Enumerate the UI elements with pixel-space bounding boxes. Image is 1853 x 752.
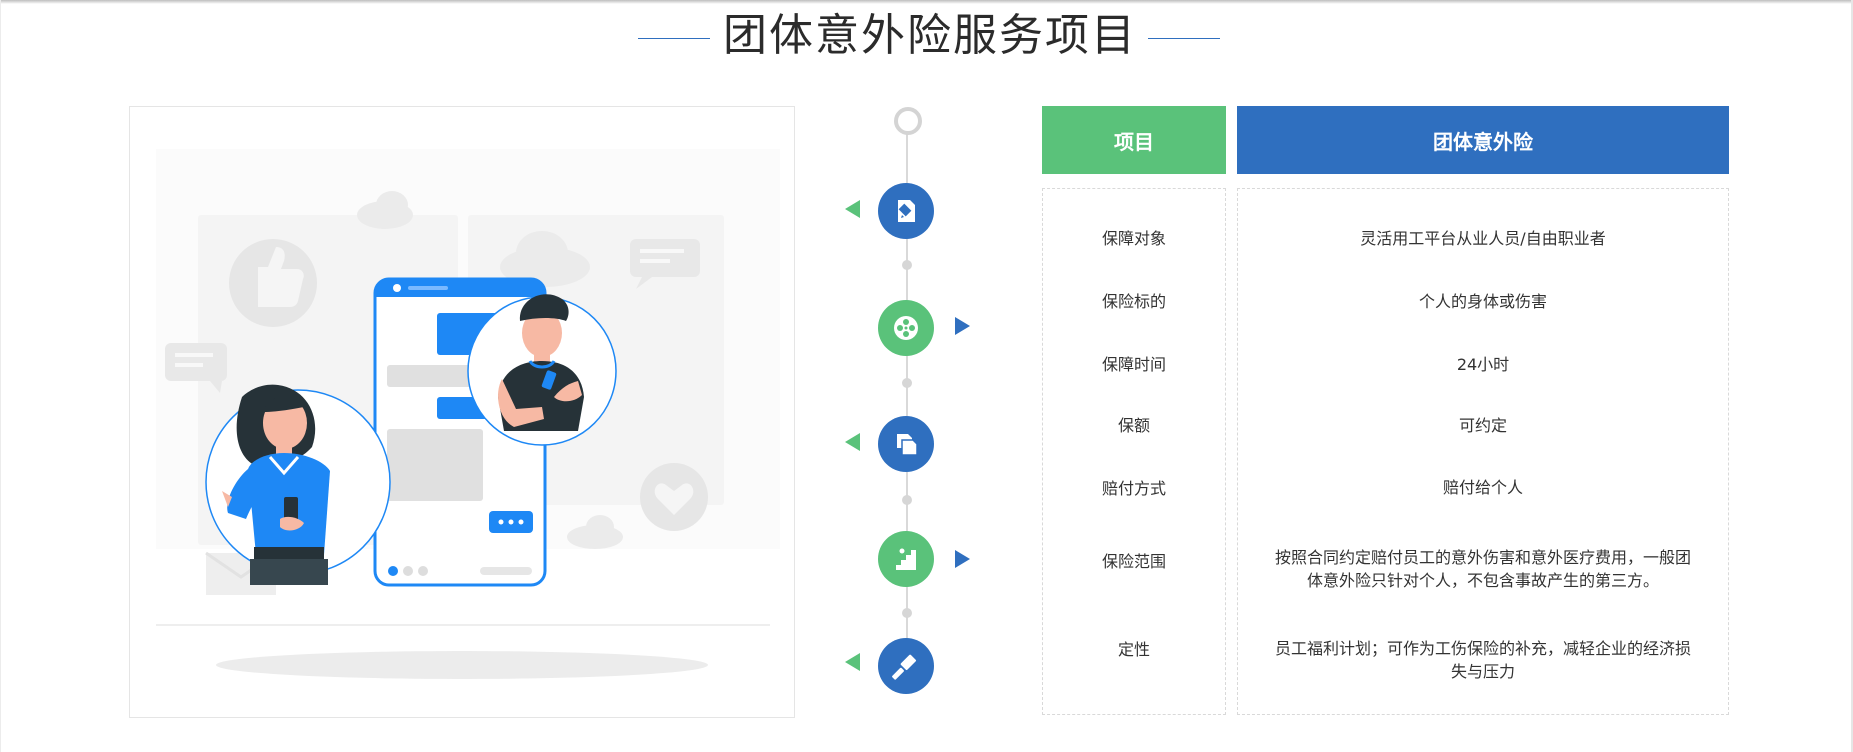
document-edit-icon <box>898 200 915 222</box>
row-label: 定性 <box>1117 639 1150 659</box>
timeline-node <box>878 183 934 239</box>
timeline-arrow-left <box>845 433 860 451</box>
gavel-icon <box>892 654 917 680</box>
timeline-arrow-right <box>955 317 970 335</box>
timeline-start-circle <box>894 107 922 135</box>
timeline-arrow-left <box>845 200 860 218</box>
table-column-value-box <box>1237 188 1729 715</box>
row-value: 赔付给个人 <box>1442 477 1523 497</box>
stairs-icon <box>896 548 916 570</box>
row-label: 赔付方式 <box>1101 478 1166 498</box>
row-value: 员工福利计划；可作为工伤保险的补充，减轻企业的经济损失与压力 <box>1274 639 1691 681</box>
row-label: 保额 <box>1117 415 1150 435</box>
timeline-arrow-left <box>845 653 860 671</box>
page-title: 团体意外险服务项目 <box>723 10 1137 61</box>
timeline-node <box>878 416 934 472</box>
timeline-dot <box>902 608 912 618</box>
title-line-right <box>1148 38 1220 39</box>
row-value: 24小时 <box>1456 354 1510 374</box>
timeline-dot <box>902 378 912 388</box>
row-label: 保障对象 <box>1101 228 1166 248</box>
row-value: 可约定 <box>1458 415 1507 435</box>
title-line-left <box>638 38 710 39</box>
row-label: 保险范围 <box>1101 551 1166 571</box>
film-reel-icon <box>894 316 918 340</box>
row-label: 保障时间 <box>1101 354 1166 374</box>
timeline-dot <box>902 495 912 505</box>
table-header-item: 项目 <box>1042 106 1226 174</box>
row-value: 灵活用工平台从业人员/自由职业者 <box>1360 228 1606 248</box>
timeline-dot <box>902 260 912 270</box>
chat-app-illustration <box>129 106 795 718</box>
table-header-group-accident: 团体意外险 <box>1237 106 1729 174</box>
timeline-arrow-right <box>955 550 970 568</box>
top-shadow <box>0 0 1853 4</box>
documents-icon <box>897 434 918 456</box>
row-value: 按照合同约定赔付员工的意外伤害和意外医疗费用，一般团体意外险只针对个人，不包含事… <box>1274 548 1691 590</box>
table-column-item-box <box>1042 188 1226 715</box>
row-value: 个人的身体或伤害 <box>1418 291 1547 311</box>
row-label: 保险标的 <box>1101 291 1166 311</box>
timeline-node <box>878 300 934 356</box>
left-edge <box>0 0 1 752</box>
timeline-node <box>878 531 934 587</box>
timeline-node <box>878 638 934 694</box>
